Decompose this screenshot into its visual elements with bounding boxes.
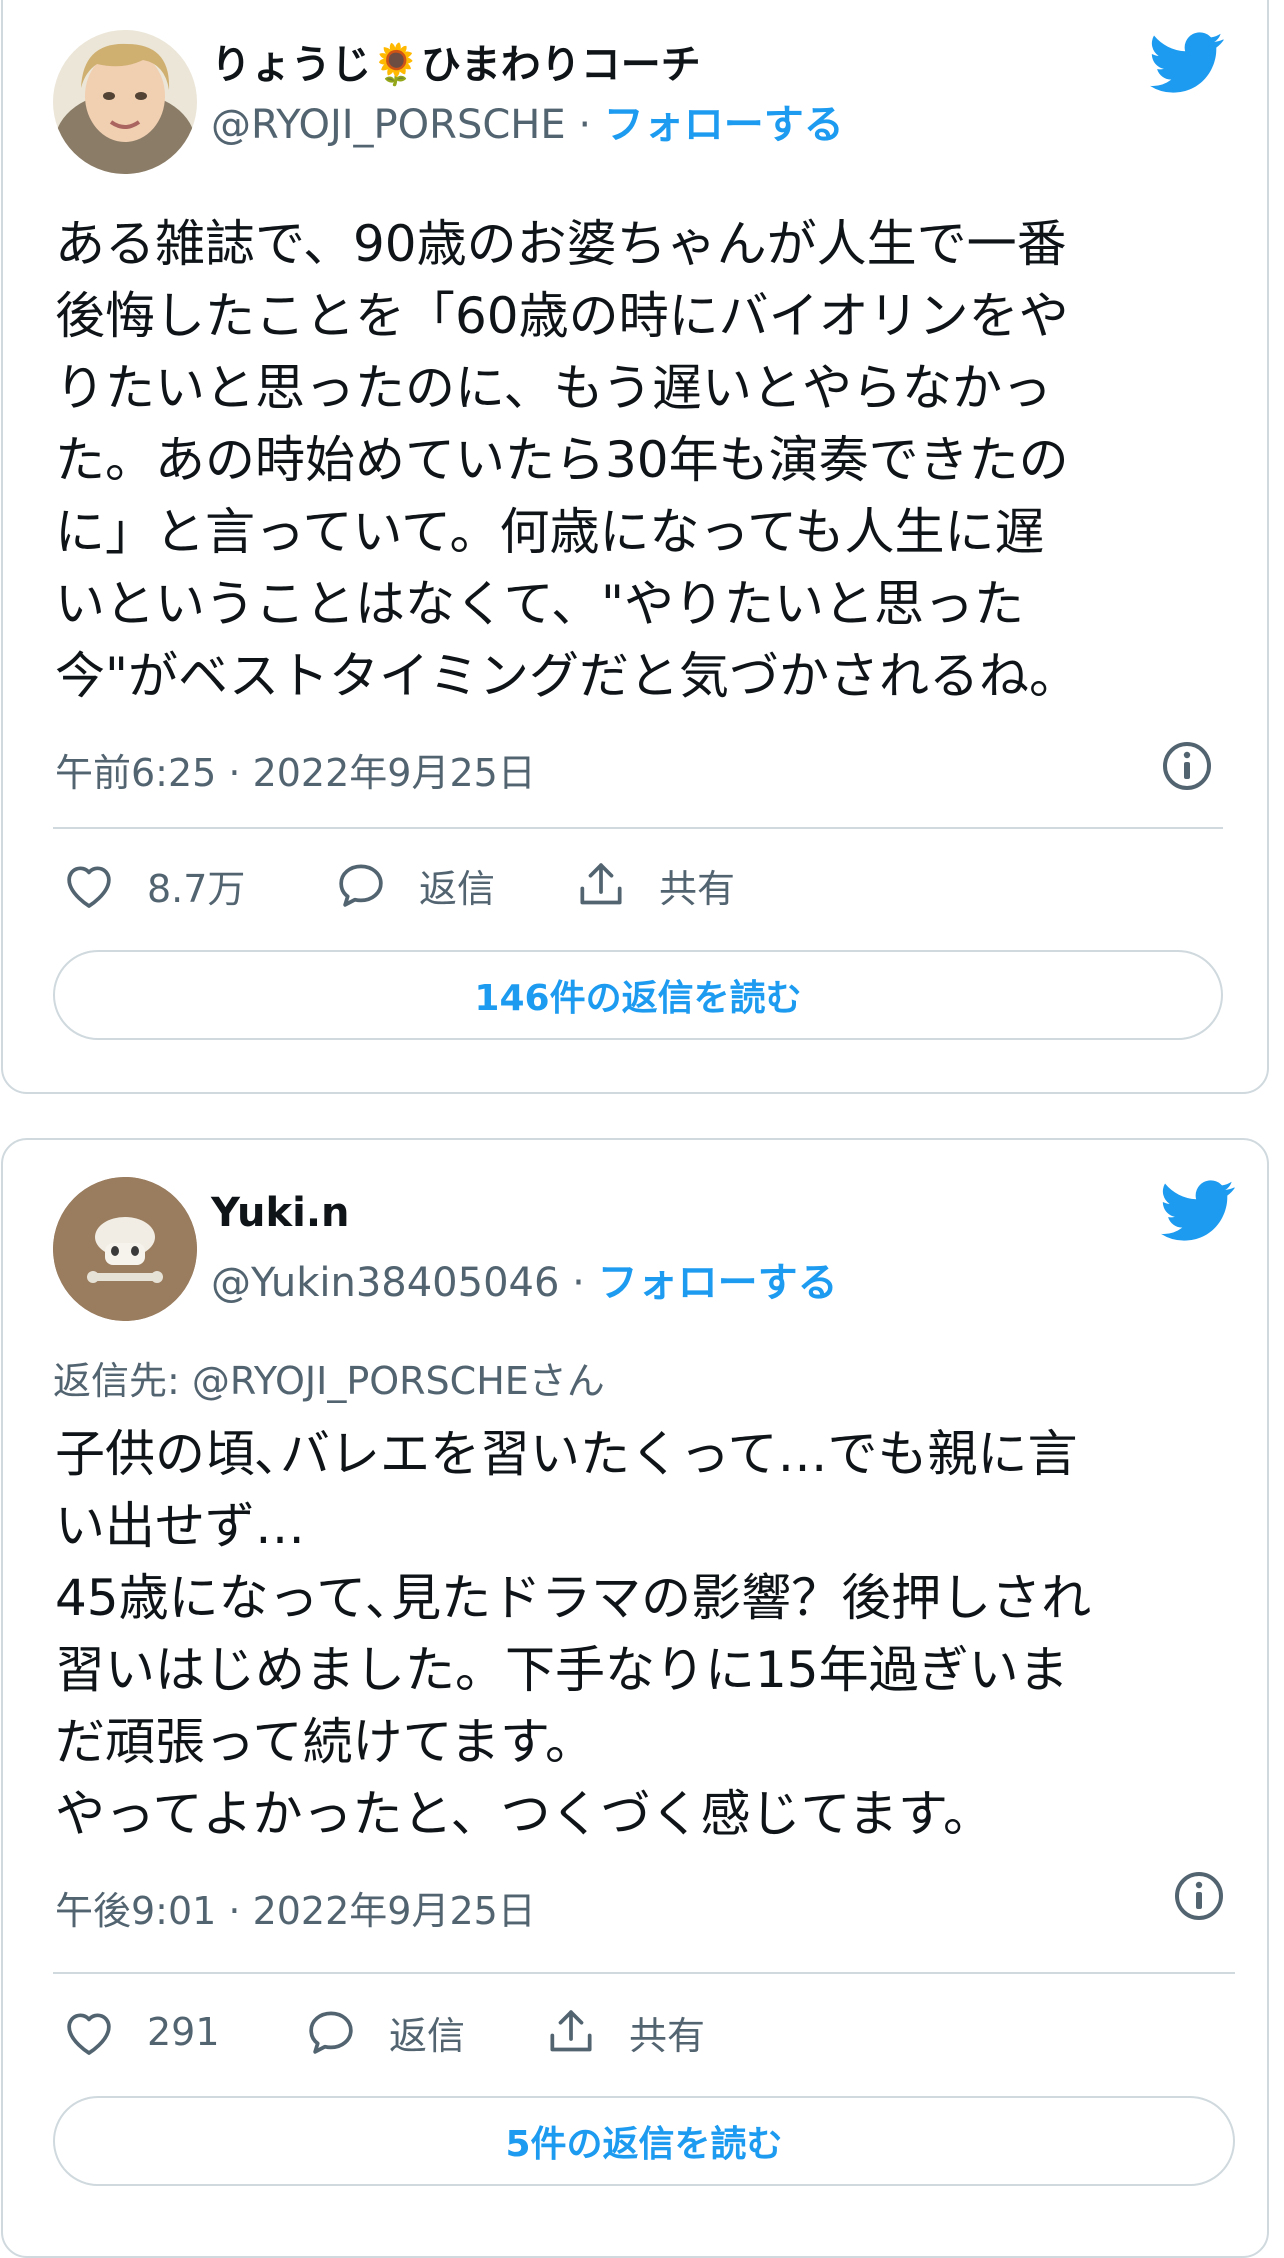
tweet-text: ある雑誌で、90歳のお婆ちゃんが人生で一番 後悔したことを「60歳の時にバイオリ… xyxy=(55,215,1079,705)
display-name-text: りょうじ xyxy=(211,42,371,88)
follow-button[interactable]: フォローする xyxy=(604,102,844,148)
handle-line: @Yukin38405046 · フォローする xyxy=(211,1250,838,1308)
divider xyxy=(53,1972,1235,1974)
tweet-card-yuki: Yuki.n @Yukin38405046 · フォローする 返信先: @RYO… xyxy=(1,1138,1269,2258)
read-replies-button[interactable]: 5件の返信を読む xyxy=(53,2096,1235,2186)
avatar-image xyxy=(53,1177,197,1321)
display-name-text-suffix: ひまわりコーチ xyxy=(420,42,701,88)
display-name[interactable]: りょうじ🌻ひまわりコーチ xyxy=(211,32,701,90)
share-label: 共有 xyxy=(659,866,736,911)
like-count: 8.7万 xyxy=(147,866,246,911)
reply-to-line[interactable]: 返信先: @RYOJI_PORSCHEさん xyxy=(53,1350,605,1405)
avatar[interactable] xyxy=(53,1177,197,1321)
info-icon[interactable] xyxy=(1161,740,1213,792)
twitter-bird-icon[interactable] xyxy=(1161,1180,1235,1242)
like-button[interactable]: 291 xyxy=(61,2004,303,2060)
timestamp[interactable]: 午前6:25 · 2022年9月25日 xyxy=(55,742,536,797)
like-count: 291 xyxy=(147,2010,220,2054)
reply-icon xyxy=(339,864,383,907)
twitter-bird-icon[interactable] xyxy=(1150,32,1224,94)
sunflower-emoji-icon: 🌻 xyxy=(371,42,421,88)
handle-line: @RYOJI_PORSCHE · フォローする xyxy=(211,92,844,150)
reply-label: 返信 xyxy=(419,866,496,911)
share-icon xyxy=(550,2010,592,2052)
share-button[interactable]: 共有 xyxy=(543,2004,705,2060)
avatar[interactable] xyxy=(53,30,197,174)
handle[interactable]: @RYOJI_PORSCHE xyxy=(211,102,566,148)
share-button[interactable]: 共有 xyxy=(573,857,735,913)
reply-icon xyxy=(309,2011,353,2054)
avatar-image xyxy=(53,30,197,174)
share-label: 共有 xyxy=(629,2013,706,2058)
reply-label: 返信 xyxy=(389,2013,466,2058)
action-bar: 8.7万 返信 共有 xyxy=(61,855,735,915)
separator-dot: · xyxy=(578,102,592,148)
tweet-card-ryoji: りょうじ🌻ひまわりコーチ @RYOJI_PORSCHE · フォローする ある雑… xyxy=(1,0,1269,1094)
tweet-text: 子供の頃､バレエを習いたくって…でも親に言 い出せず… 45歳になって､見たドラ… xyxy=(55,1425,1092,1843)
reply-button[interactable]: 返信 xyxy=(333,857,573,913)
separator-dot: · xyxy=(572,1260,585,1306)
divider xyxy=(53,827,1223,829)
action-bar: 291 返信 共有 xyxy=(61,2002,705,2062)
timestamp[interactable]: 午後9:01 · 2022年9月25日 xyxy=(55,1880,536,1935)
handle[interactable]: @Yukin38405046 xyxy=(211,1260,559,1306)
heart-icon xyxy=(67,866,111,908)
follow-button[interactable]: フォローする xyxy=(598,1260,838,1306)
info-icon[interactable] xyxy=(1173,1870,1225,1922)
heart-icon xyxy=(67,2013,111,2055)
share-icon xyxy=(580,863,622,905)
like-button[interactable]: 8.7万 xyxy=(61,857,333,913)
read-replies-button[interactable]: 146件の返信を読む xyxy=(53,950,1223,1040)
reply-button[interactable]: 返信 xyxy=(303,2004,543,2060)
display-name[interactable]: Yuki.n xyxy=(211,1190,350,1236)
